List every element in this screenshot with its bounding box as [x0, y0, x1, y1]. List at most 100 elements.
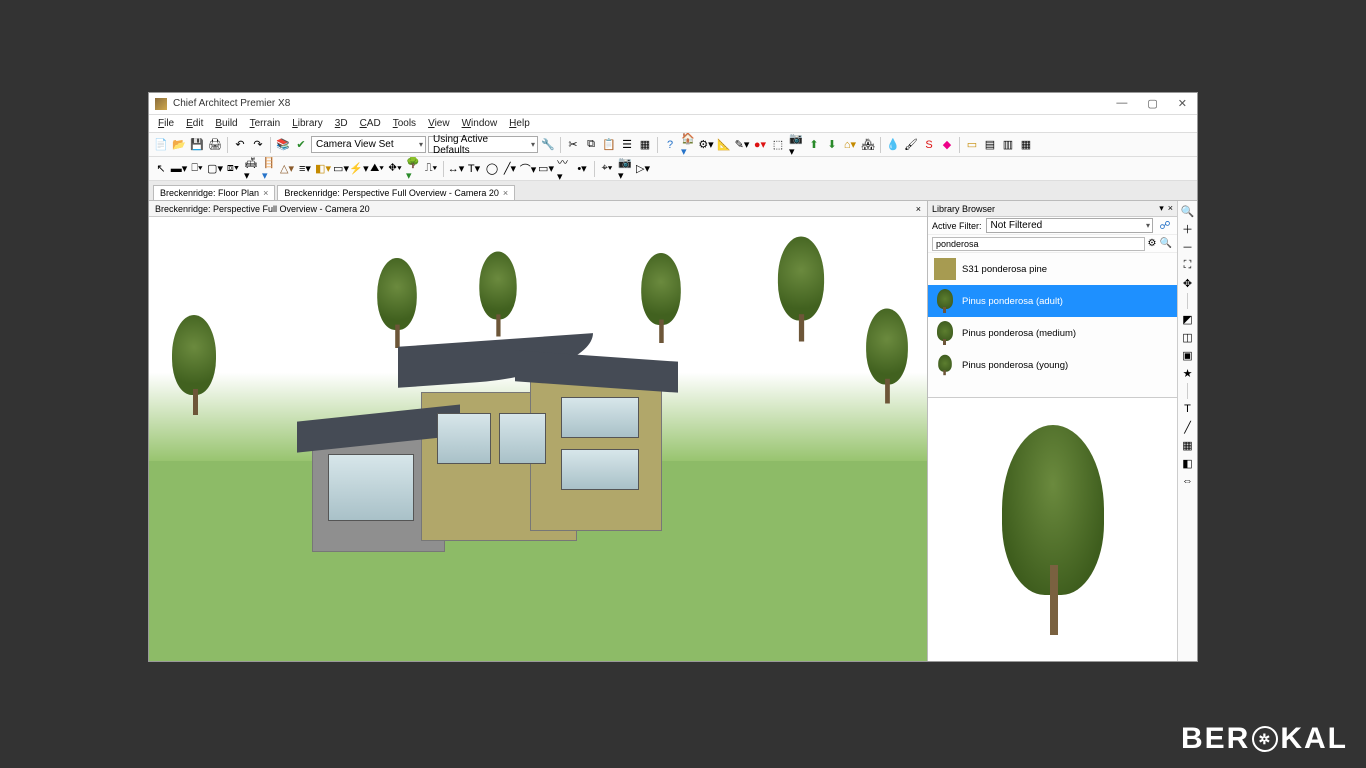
toggle-color-icon[interactable]: ◧	[1180, 455, 1196, 471]
menu-view[interactable]: View	[423, 117, 455, 130]
layout-icon[interactable]: ▤	[982, 137, 998, 153]
tool-icon[interactable]: 📐	[716, 137, 732, 153]
copy-icon[interactable]: ⧉	[583, 137, 599, 153]
redo-icon[interactable]: ↷	[250, 137, 266, 153]
road-icon[interactable]: ⛖▾	[387, 161, 403, 177]
tab-close-icon[interactable]: ×	[503, 188, 508, 198]
paste-icon[interactable]: 📋	[601, 137, 617, 153]
fill-window-icon[interactable]: ⛶	[1180, 257, 1196, 273]
print-icon[interactable]: 🖨	[207, 137, 223, 153]
close-button[interactable]: ✕	[1174, 97, 1191, 110]
search-settings-icon[interactable]: ⚙	[1145, 238, 1159, 249]
walkthrough-icon[interactable]: ▷▾	[635, 161, 651, 177]
toggle-textures-icon[interactable]: ▦	[1180, 437, 1196, 453]
wrench-icon[interactable]: 🔧	[540, 137, 556, 153]
menu-3d[interactable]: 3D	[330, 117, 353, 130]
tool-icon[interactable]: 🏠▾	[680, 137, 696, 153]
panel-close-icon[interactable]: ×	[1168, 203, 1173, 214]
standard-render-icon[interactable]: ◩	[1180, 311, 1196, 327]
menu-window[interactable]: Window	[457, 117, 503, 130]
menu-library[interactable]: Library	[287, 117, 328, 130]
floor-up-icon[interactable]: ⬆	[806, 137, 822, 153]
menu-file[interactable]: File	[153, 117, 179, 130]
tab-perspective[interactable]: Breckenridge: Perspective Full Overview …	[277, 185, 515, 200]
new-icon[interactable]: 📄	[153, 137, 169, 153]
spline-icon[interactable]: 〰▾	[556, 161, 572, 177]
menu-tools[interactable]: Tools	[388, 117, 421, 130]
panel-menu-icon[interactable]: ▾	[1159, 203, 1164, 214]
point-icon[interactable]: •▾	[574, 161, 590, 177]
cross-section-slider-icon[interactable]: ⇔	[1180, 473, 1196, 489]
fixture-icon[interactable]: 🛋▾	[243, 161, 259, 177]
camera-tool-icon[interactable]: 📷▾	[617, 161, 633, 177]
slab-icon[interactable]: ▭▾	[333, 161, 349, 177]
pencil-icon[interactable]: ✎▾	[734, 137, 750, 153]
elevation-icon[interactable]: ▭	[964, 137, 980, 153]
library-search-input[interactable]	[932, 237, 1145, 251]
terrain-icon[interactable]: ⛰▾	[369, 161, 385, 177]
tool-icon[interactable]: ⬚	[770, 137, 786, 153]
layers-icon[interactable]: ☰	[619, 137, 635, 153]
manage-filters-icon[interactable]: ☍	[1157, 218, 1173, 234]
menu-terrain[interactable]: Terrain	[245, 117, 286, 130]
adjust-material-icon[interactable]: Ѕ	[921, 137, 937, 153]
cad-line-icon[interactable]: ╱▾	[502, 161, 518, 177]
check-icon[interactable]: ✔	[293, 137, 309, 153]
record-icon[interactable]: ●▾	[752, 137, 768, 153]
camera-view-combo[interactable]: Camera View Set	[311, 136, 426, 153]
cube-icon[interactable]: ◧▾	[315, 161, 331, 177]
library-item[interactable]: Pinus ponderosa (medium)	[928, 317, 1177, 349]
pan-icon[interactable]: ✥	[1180, 275, 1196, 291]
tool-icon[interactable]: ⚙▾	[698, 137, 714, 153]
camera-icon[interactable]: 📷▾	[788, 137, 804, 153]
menu-cad[interactable]: CAD	[355, 117, 386, 130]
arc-icon[interactable]: ⌒▾	[520, 161, 536, 177]
minimize-button[interactable]: —	[1112, 97, 1131, 110]
line-tool-icon[interactable]: ╱	[1180, 419, 1196, 435]
help-icon[interactable]: ?	[662, 137, 678, 153]
cross-section-icon[interactable]: ⌖▾	[599, 161, 615, 177]
active-defaults-combo[interactable]: Using Active Defaults	[428, 136, 538, 153]
tool-icon[interactable]: ⌂▾	[842, 137, 858, 153]
library-results-list[interactable]: S31 ponderosa pine Pinus ponderosa (adul…	[928, 253, 1177, 398]
library-item[interactable]: S31 ponderosa pine	[928, 253, 1177, 285]
text-icon[interactable]: T▾	[466, 161, 482, 177]
roof-icon[interactable]: △▾	[279, 161, 295, 177]
framing-icon[interactable]: ≡▾	[297, 161, 313, 177]
tab-close-icon[interactable]: ×	[263, 188, 268, 198]
eyedropper-icon[interactable]: 💧	[885, 137, 901, 153]
box-icon[interactable]: ▭▾	[538, 161, 554, 177]
undo-icon[interactable]: ↶	[232, 137, 248, 153]
delete-surface-icon[interactable]: ◆	[939, 137, 955, 153]
dimension-icon[interactable]: ↔▾	[448, 161, 464, 177]
save-icon[interactable]: 💾	[189, 137, 205, 153]
select-icon[interactable]: ↖	[153, 161, 169, 177]
panel-icon[interactable]: ▦	[1018, 137, 1034, 153]
zoom-in-icon[interactable]: ＋	[1180, 221, 1196, 237]
panel-icon[interactable]: ▥	[1000, 137, 1016, 153]
library-item-selected[interactable]: Pinus ponderosa (adult)	[928, 285, 1177, 317]
library-browser-icon[interactable]: 📚	[275, 137, 291, 153]
vector-render-icon[interactable]: ◫	[1180, 329, 1196, 345]
material-painter-icon[interactable]: 🖌	[903, 137, 919, 153]
library-item[interactable]: Pinus ponderosa (young)	[928, 349, 1177, 381]
text-tool-icon[interactable]: T	[1180, 401, 1196, 417]
grid-icon[interactable]: ▦	[637, 137, 653, 153]
final-view-icon[interactable]: ★	[1180, 365, 1196, 381]
viewport-close-icon[interactable]: ×	[916, 204, 921, 214]
menu-help[interactable]: Help	[504, 117, 535, 130]
maximize-button[interactable]: ▢	[1143, 97, 1161, 110]
sprinkler-icon[interactable]: ⎍▾	[423, 161, 439, 177]
menu-build[interactable]: Build	[210, 117, 242, 130]
cut-icon[interactable]: ✂	[565, 137, 581, 153]
zoom-out-icon[interactable]: －	[1180, 239, 1196, 255]
menu-edit[interactable]: Edit	[181, 117, 208, 130]
3d-viewport[interactable]	[149, 217, 927, 661]
tool-icon[interactable]: 🏘	[860, 137, 876, 153]
electrical-icon[interactable]: ⚡▾	[351, 161, 367, 177]
window-icon[interactable]: ▢▾	[207, 161, 223, 177]
wall-icon[interactable]: ▬▾	[171, 161, 187, 177]
cabinet-icon[interactable]: ⧈▾	[225, 161, 241, 177]
zoom-window-icon[interactable]: 🔍	[1180, 203, 1196, 219]
tab-floor-plan[interactable]: Breckenridge: Floor Plan ×	[153, 185, 275, 200]
